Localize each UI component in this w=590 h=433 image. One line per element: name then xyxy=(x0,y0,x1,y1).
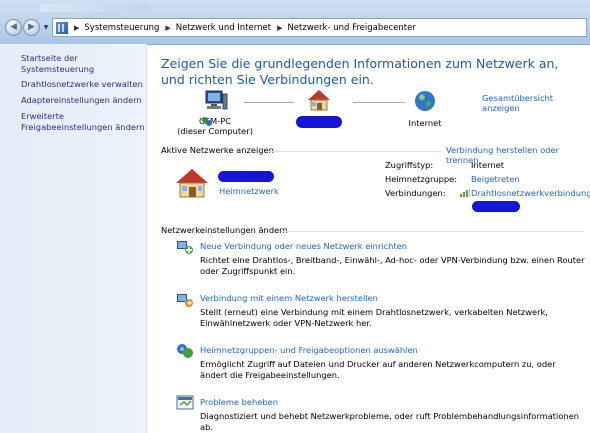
redacted-ssid xyxy=(472,201,520,212)
troubleshoot-link[interactable]: Probleme beheben xyxy=(200,397,278,407)
sidebar-item-manage-wireless[interactable]: Drahtlosnetzwerke verwalten xyxy=(21,79,143,90)
page-title: Zeigen Sie die grundlegenden Information… xyxy=(161,56,559,87)
breadcrumb-separator-icon[interactable]: ▶ xyxy=(74,24,79,32)
address-bar[interactable]: ▶ Systemsteuerung ▶ Netzwerk und Interne… xyxy=(52,18,587,37)
breadcrumb-item-netzwerk-internet[interactable]: Netzwerk und Internet xyxy=(176,23,271,33)
active-networks-title: Aktive Netzwerke anzeigen xyxy=(161,145,274,155)
map-link-line xyxy=(244,102,294,103)
wireless-connection-link[interactable]: Drahtlosnetzwerkverbindung xyxy=(471,188,590,198)
troubleshoot-icon xyxy=(176,395,194,410)
show-full-map-link[interactable]: Gesamtübersicht anzeigen xyxy=(482,93,590,113)
troubleshoot-description: Diagnostiziert und behebt Netzwerkproble… xyxy=(200,411,580,432)
connect-to-network-description: Stellt (erneut) eine Verbindung mit eine… xyxy=(200,307,548,328)
network-settings-title: Netzwerkeinstellungen ändern xyxy=(161,225,288,235)
connect-network-icon xyxy=(177,294,193,307)
back-button[interactable]: ◀ xyxy=(5,19,22,36)
globe-icon xyxy=(415,91,435,111)
section-divider xyxy=(283,231,583,232)
redacted-network-name xyxy=(296,116,342,128)
window-title-ghost xyxy=(40,4,150,12)
map-link-line xyxy=(353,102,405,103)
network-adapter-icon xyxy=(202,117,212,126)
back-arrow-icon: ◀ xyxy=(10,22,17,32)
computer-icon xyxy=(205,90,228,110)
homegroup-options-description: Ermöglicht Zugriff auf Dateien und Druck… xyxy=(200,359,556,380)
sidebar-item-advanced-sharing[interactable]: Erweiterte Freigabeeinstellungen ändern xyxy=(21,111,145,133)
control-panel-icon xyxy=(56,21,68,34)
network-type-link[interactable]: Heimnetzwerk xyxy=(219,186,279,196)
homegroup-options-link[interactable]: Heimnetzgruppen- und Freigabeoptionen au… xyxy=(200,345,418,355)
homegroup-label: Heimnetzgruppe: xyxy=(385,174,458,184)
main-content: Zeigen Sie die grundlegenden Information… xyxy=(147,44,590,433)
new-connection-description: Richtet eine Drahtlos-, Breitband-, Einw… xyxy=(200,255,585,276)
house-icon xyxy=(308,90,330,111)
house-icon xyxy=(176,169,208,198)
connect-disconnect-link[interactable]: Verbindung herstellen oder trennen xyxy=(446,145,590,165)
connect-to-network-link[interactable]: Verbindung mit einem Netzwerk herstellen xyxy=(200,293,378,303)
breadcrumb-item-systemsteuerung[interactable]: Systemsteuerung xyxy=(84,23,159,33)
sidebar-item-adapter-settings[interactable]: Adaptereinstellungen ändern xyxy=(21,95,142,106)
internet-label: Internet xyxy=(408,118,442,128)
breadcrumb-separator-icon[interactable]: ▶ xyxy=(165,24,170,32)
access-type-label: Zugriffstyp: xyxy=(385,160,434,170)
computer-label: CEM-PC (dieser Computer) xyxy=(177,116,253,136)
new-connection-link[interactable]: Neue Verbindung oder neues Netzwerk einr… xyxy=(200,241,407,251)
homegroup-link[interactable]: Beigetreten xyxy=(471,174,520,184)
section-divider xyxy=(269,151,441,152)
homegroup-icon xyxy=(177,344,193,358)
access-type-value: Internet xyxy=(471,160,504,170)
breadcrumb-separator-icon[interactable]: ▶ xyxy=(277,24,282,32)
network-setup-icon xyxy=(177,241,193,254)
chevron-down-icon: ▼ xyxy=(43,24,49,31)
history-dropdown-button[interactable]: ▼ xyxy=(42,24,50,32)
forward-button[interactable]: ▶ xyxy=(23,19,40,36)
sidebar-item-control-panel-home[interactable]: Startseite der Systemsteuerung xyxy=(21,53,146,75)
forward-arrow-icon: ▶ xyxy=(28,22,35,32)
sidebar: Startseite der Systemsteuerung Drahtlosn… xyxy=(0,44,147,433)
breadcrumb-item-freigabecenter[interactable]: Netzwerk- und Freigabecenter xyxy=(287,23,415,33)
signal-bars-icon xyxy=(460,188,470,197)
redacted-network-name xyxy=(218,171,274,182)
connections-label: Verbindungen: xyxy=(385,188,446,198)
title-bar: ◀ ▶ ▼ ▶ Systemsteuerung ▶ Netzwerk und I… xyxy=(0,0,590,45)
